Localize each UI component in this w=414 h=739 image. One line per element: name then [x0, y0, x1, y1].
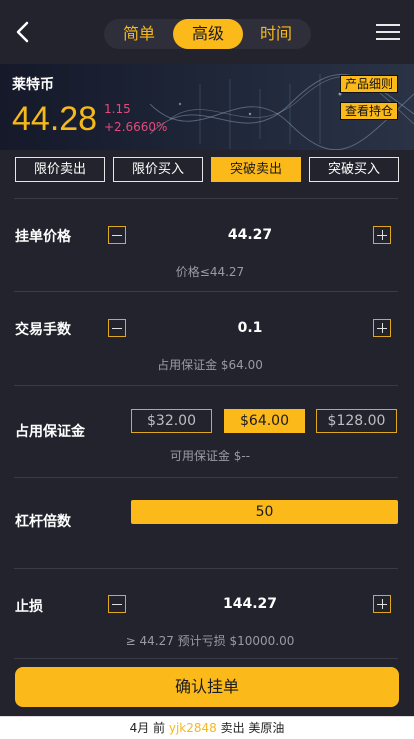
margin-option-64[interactable]: $64.00 [224, 409, 305, 433]
tab-simple[interactable]: 简单 [108, 19, 170, 49]
stop-loss-hint: ≥ 44.27 预计亏损 $10000.00 [125, 634, 295, 648]
lots-plus-button[interactable] [373, 319, 391, 337]
product-banner: 莱特币 44.28 1.15 +2.6660% 产品细则 查看持仓 [0, 64, 414, 150]
stop-loss-minus-button[interactable] [108, 595, 126, 613]
price-change-percent: +2.6660% [104, 120, 168, 134]
order-price-label: 挂单价格 [15, 229, 71, 245]
divider [14, 385, 398, 386]
confirm-order-button[interactable]: 确认挂单 [15, 667, 399, 707]
mode-switch: 简单 高级 时间 [104, 19, 311, 49]
order-price-plus-button[interactable] [373, 226, 391, 244]
divider [14, 477, 398, 478]
lots-minus-button[interactable] [108, 319, 126, 337]
ticker-prefix: 4月 前 [129, 721, 169, 735]
leverage-selector[interactable]: 50 [131, 500, 398, 524]
margin-option-32[interactable]: $32.00 [131, 409, 212, 433]
leverage-label: 杠杆倍数 [15, 514, 71, 530]
available-margin-hint: 可用保证金 $-- [169, 449, 251, 463]
back-icon[interactable] [12, 18, 36, 46]
stop-loss-plus-button[interactable] [373, 595, 391, 613]
menu-icon[interactable] [376, 22, 400, 42]
price-change-value: 1.15 [104, 102, 131, 116]
order-type-tabs: 限价卖出 限价买入 突破卖出 突破买入 [0, 157, 414, 183]
order-price-hint: 价格≤44.27 [175, 265, 245, 279]
view-positions-button[interactable]: 查看持仓 [340, 102, 398, 120]
product-name: 莱特币 [12, 77, 54, 93]
lots-value[interactable]: 0.1 [150, 320, 350, 336]
tab-limit-buy[interactable]: 限价买入 [113, 157, 203, 182]
tab-breakout-sell[interactable]: 突破卖出 [211, 157, 301, 182]
divider [14, 198, 398, 199]
ticker-suffix: 卖出 美原油 [216, 721, 285, 735]
lots-label: 交易手数 [15, 322, 71, 338]
product-rules-button[interactable]: 产品细则 [340, 75, 398, 93]
stop-loss-value[interactable]: 144.27 [150, 596, 350, 612]
tab-breakout-buy[interactable]: 突破买入 [309, 157, 399, 182]
tab-time[interactable]: 时间 [245, 19, 307, 49]
order-price-minus-button[interactable] [108, 226, 126, 244]
tab-limit-sell[interactable]: 限价卖出 [15, 157, 105, 182]
current-price: 44.28 [12, 100, 98, 138]
tab-advanced[interactable]: 高级 [173, 19, 243, 49]
lots-hint: 占用保证金 $64.00 [157, 358, 263, 372]
trade-ticker: 4月 前 yjk2848 卖出 美原油 [0, 716, 414, 739]
ticker-user: yjk2848 [168, 721, 217, 735]
stop-loss-label: 止损 [15, 599, 43, 615]
margin-option-128[interactable]: $128.00 [316, 409, 397, 433]
divider [14, 568, 398, 569]
margin-label: 占用保证金 [15, 424, 85, 440]
order-price-value[interactable]: 44.27 [150, 227, 350, 243]
divider [14, 291, 398, 292]
top-bar: 简单 高级 时间 [0, 0, 414, 64]
divider [14, 658, 398, 659]
